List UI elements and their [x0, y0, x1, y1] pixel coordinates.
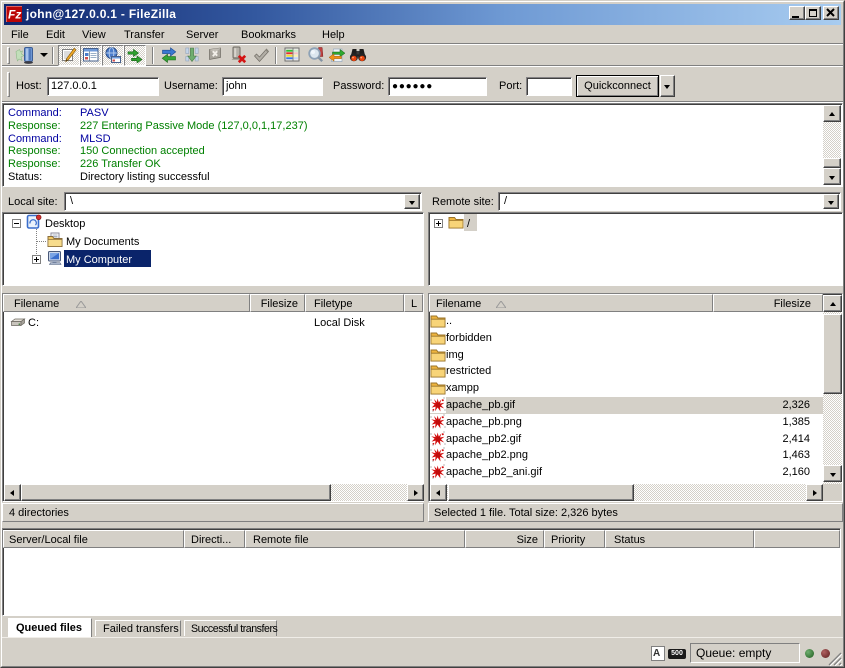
svg-text:Fz: Fz [8, 8, 21, 22]
